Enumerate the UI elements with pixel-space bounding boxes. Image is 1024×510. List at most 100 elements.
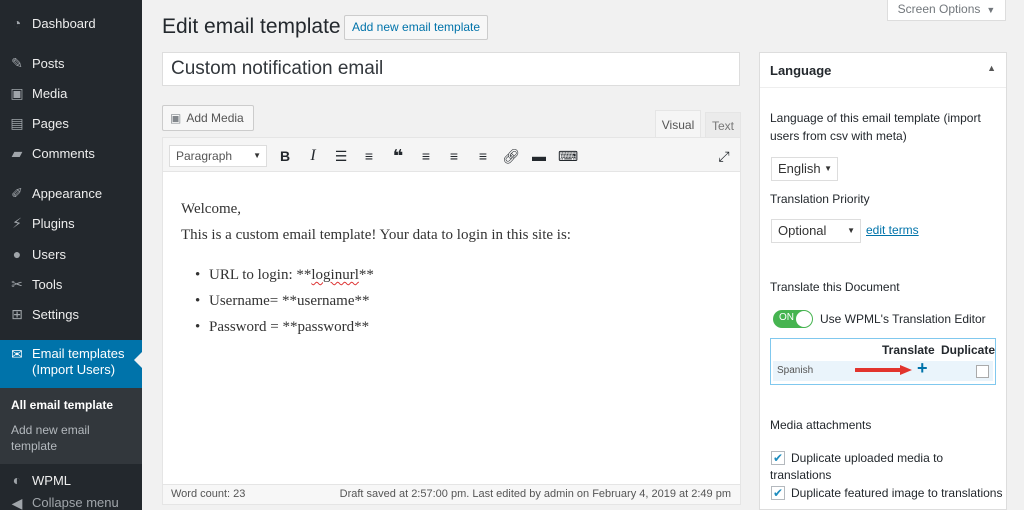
add-media-label: Add Media [186,111,244,125]
wpml-icon: ◐ [12,472,22,488]
annotation-arrow [855,365,912,375]
sidebar-item-media[interactable]: ▣ Media [0,78,142,108]
list-item: Username= **username** [195,288,726,314]
duplicate-media-label-line1: Duplicate uploaded media to [791,451,944,465]
caret-down-icon: ▼ [824,164,832,173]
submenu-add-new-line2[interactable]: template [11,438,57,454]
sidebar-item-appearance[interactable]: ✐ Appearance [0,178,142,208]
pages-icon: ▤ [10,114,24,131]
tab-text[interactable]: Text [705,112,741,138]
toolbar-toggle-icon[interactable]: ⌨ [558,146,578,166]
toggle-on-label: ON [779,312,794,323]
format-select[interactable]: Paragraph ▼ [169,145,267,167]
sidebar-item-settings[interactable]: ⊞ Settings [0,299,142,329]
sidebar-item-dashboard[interactable]: ◔ Dashboard [0,8,142,38]
language-label-line2: users from csv with meta) [770,129,907,143]
pin-icon: ✎ [11,54,23,71]
sidebar-item-email-templates[interactable]: ✉ Email templates (Import Users) [0,340,142,388]
bullet-list-icon[interactable]: ☰ [331,146,351,166]
editor-content[interactable]: Welcome, This is a custom email template… [181,196,726,340]
duplicate-featured-checkbox[interactable]: ✔ [771,486,785,500]
add-new-email-template-button[interactable]: Add new email template [344,15,489,40]
page-title: Edit email template [162,15,341,38]
dashboard-icon: ◔ [12,15,22,31]
list-item: URL to login: **loginurl** [195,262,726,288]
caret-down-icon: ▼ [986,5,996,15]
translation-priority-select[interactable]: Optional ▼ [771,219,861,243]
language-metabox: Language ▲ Language of this email templa… [759,52,1007,510]
translation-editor-toggle[interactable]: ON [773,310,813,328]
media-attachments-heading: Media attachments [770,418,872,432]
media-icon: ▣ [170,111,182,125]
duplicate-media-label-line2: translations [770,468,832,482]
fullscreen-icon[interactable]: ⤢ [714,146,734,166]
language-metabox-header[interactable]: Language ▲ [760,53,1006,88]
brush-icon: ✐ [11,184,23,201]
numbered-list-icon[interactable]: ≡ [359,146,379,166]
duplicate-media-checkbox[interactable]: ✔ [771,451,785,465]
col-translate-header: Translate [882,343,935,357]
priority-select-value: Optional [778,223,827,238]
blockquote-icon[interactable]: ❝ [388,146,408,166]
media-icon: ▣ [10,84,24,101]
read-more-icon[interactable]: ▬ [529,146,549,166]
settings-icon: ⊞ [11,305,23,322]
sidebar-item-wpml[interactable]: ◐ WPML [0,465,142,495]
row-language: Spanish [777,365,814,376]
sidebar-item-users[interactable]: ● Users [0,239,142,269]
sidebar-item-comments[interactable]: ▰ Comments [0,138,142,168]
users-icon: ● [12,246,22,262]
word-count: Word count: 23 [171,488,246,500]
bold-icon[interactable]: B [275,146,295,166]
caret-down-icon: ▼ [253,151,261,160]
italic-icon[interactable]: I [303,146,323,166]
duplicate-featured-label: Duplicate featured image to translations [791,486,1003,500]
duplicate-checkbox[interactable] [976,365,989,378]
plugin-icon: ⚡ [12,214,22,231]
align-right-icon[interactable]: ≡ [473,146,493,166]
sidebar-item-tools[interactable]: ✂ Tools [0,269,142,299]
screen-options-label: Screen Options [897,2,981,16]
email-templates-label-line1: Email templates [32,346,125,361]
post-title-input[interactable]: Custom notification email [162,52,740,86]
admin-sidebar: ◔ Dashboard ✎ Posts ▣ Media ▤ Pages ▰ Co… [0,0,142,510]
caret-down-icon: ▼ [847,226,855,235]
content-line-welcome: Welcome, [181,201,242,217]
format-select-value: Paragraph [176,149,233,163]
collapse-toggle-icon[interactable]: ▲ [987,63,996,73]
link-icon[interactable]: 🔗︎ [501,146,521,166]
sidebar-item-pages[interactable]: ▤ Pages [0,108,142,138]
list-item: Password = **password** [195,314,726,340]
editor-toolbar: Paragraph ▼ B I ☰ ≡ ❝ ≡ ≡ ≡ 🔗︎ ▬ ⌨ ⤢ [163,138,740,172]
email-templates-label-line2: (Import Users) [32,362,116,377]
align-left-icon[interactable]: ≡ [416,146,436,166]
sidebar-item-plugins[interactable]: ⚡ Plugins [0,208,142,238]
language-select[interactable]: English ▼ [771,157,838,181]
editor-statusbar: Word count: 23 Draft saved at 2:57:00 pm… [163,484,740,504]
autosave-status: Draft saved at 2:57:00 pm. Last edited b… [339,488,731,500]
add-translation-plus-icon[interactable]: + [917,358,928,379]
language-select-value: English [778,161,821,176]
sidebar-item-posts[interactable]: ✎ Posts [0,48,142,78]
email-templates-submenu: All email template Add new email templat… [0,388,142,464]
content-line-intro: This is a custom email template! Your da… [181,227,571,243]
wrench-icon: ✂ [11,275,23,292]
align-center-icon[interactable]: ≡ [444,146,464,166]
tab-visual[interactable]: Visual [655,110,701,138]
translation-priority-label: Translation Priority [770,192,870,206]
sidebar-collapse-menu[interactable]: ◀ Collapse menu [0,495,142,510]
editor: Paragraph ▼ B I ☰ ≡ ❝ ≡ ≡ ≡ 🔗︎ ▬ ⌨ ⤢ Wel… [162,137,741,505]
misspelled-word: loginurl [311,267,359,283]
add-media-button[interactable]: ▣ Add Media [162,105,254,131]
submenu-all-email-template[interactable]: All email template [11,397,113,413]
content-list: URL to login: **loginurl** Username= **u… [181,262,726,340]
submenu-add-new-line1[interactable]: Add new email [11,422,90,438]
edit-terms-link[interactable]: edit terms [866,223,919,237]
language-metabox-title: Language [770,63,832,78]
translation-table: Translate Duplicate Spanish + [770,338,996,385]
comments-icon: ▰ [11,144,23,161]
collapse-icon: ◀ [11,494,23,510]
screen-options-button[interactable]: Screen Options ▼ [887,0,1006,21]
col-duplicate-header: Duplicate [941,343,996,357]
language-label-line1: Language of this email template (import [770,111,981,125]
